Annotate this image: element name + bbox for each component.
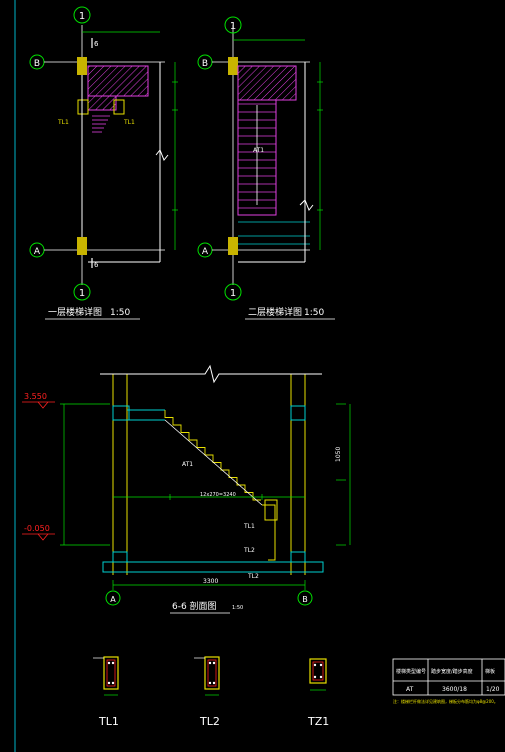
column-B (77, 57, 87, 75)
column2-B (228, 57, 238, 75)
stair-type-table: 楼梯类型编号 踏步宽度/踏步高度 梯板 AT 3600/18 1/20 注：楼梯… (392, 658, 505, 704)
column-A (77, 237, 87, 255)
table-cell-step: 3600/18 (442, 686, 467, 693)
section-break-line (100, 364, 322, 384)
label-at1-section: AT1 (182, 461, 193, 468)
axis-label-B: B (34, 59, 40, 69)
section-axis-A: A (105, 590, 121, 606)
section-mark-bottom: 6 (94, 261, 99, 269)
table-header-step: 踏步宽度/踏步高度 (431, 668, 473, 675)
label-at1-plan2: AT1 (253, 147, 264, 154)
landing-slab-hatch (87, 65, 149, 97)
lower-flight (262, 499, 278, 561)
detail-tl2-label: TL2 (199, 715, 220, 728)
axis-bubble-A: A (29, 242, 165, 258)
table-header-slab: 梯板 (485, 668, 495, 675)
label-tl1-right: TL1 (123, 119, 135, 126)
axis-label-A: A (34, 247, 41, 257)
table-header-type: 楼梯类型编号 (396, 668, 426, 675)
section-axis-B-text: B (302, 595, 308, 604)
axis-bubble-bottom: 1 (73, 283, 91, 301)
section-walls (112, 374, 306, 575)
lower-landing (238, 221, 310, 245)
elevation-bottom: -0.050 (22, 524, 55, 541)
label-tl2b-section: TL2 (247, 573, 259, 580)
axis2-label-bottom: 1 (230, 288, 236, 299)
stair-profile (164, 410, 261, 501)
label-tl2-section: TL2 (243, 547, 255, 554)
plan-2: 1 1 B A AT1 二层楼梯详图 1:50 (197, 16, 335, 320)
column2-A (228, 237, 238, 255)
beam-tl1-left (77, 99, 89, 115)
ground-slab (102, 551, 324, 573)
stair-treads (92, 115, 110, 133)
detail-tl1-label: TL1 (98, 715, 119, 728)
plan2-title: 二层楼梯详图 (248, 306, 302, 318)
axis-label-bottom: 1 (79, 288, 85, 299)
right-dim-text: 1050 (335, 447, 342, 462)
plan2-scale: 1:50 (304, 308, 324, 318)
section-title: 6-6 剖面图 (172, 600, 217, 612)
plan1-scale: 1:50 (110, 308, 130, 318)
section-left-dim (60, 403, 110, 546)
axis-label-top: 1 (79, 11, 85, 22)
detail-tz1: TZ1 (307, 658, 329, 728)
table-note: 注：楼梯栏杆做法详见建筑图，梯板分布筋均为φ8@200。 (393, 698, 498, 704)
plan1-dimensions (82, 31, 178, 250)
break-mark-2 (299, 199, 314, 211)
axis-bubble-A-2: A (197, 242, 310, 258)
label-tl1-section: TL1 (243, 523, 255, 530)
label-tl1-left: TL1 (57, 119, 69, 126)
detail-tl2: TL2 (194, 656, 220, 728)
detail-tz1-label: TZ1 (307, 715, 329, 728)
section-span-text: 3300 (203, 578, 218, 585)
plan1-title: 一层楼梯详图 (48, 306, 102, 318)
elevation-top-text: 3.550 (24, 392, 47, 401)
section-mark-top: 6 (94, 40, 99, 48)
elevation-top: 3.550 (22, 392, 55, 409)
stair-detail-drawing: 1 1 B A TL1 TL1 6 6 一层楼梯详图 1:50 1 1 B A … (14, 0, 505, 752)
axis2-label-A: A (202, 247, 209, 257)
plan-1: 1 1 B A TL1 TL1 6 6 一层楼梯详图 1:50 (29, 6, 178, 320)
table-cell-type: AT (406, 686, 414, 693)
elevation-bottom-text: -0.050 (24, 524, 50, 533)
axis-bubble-bottom-2: 1 (224, 283, 242, 301)
break-mark (155, 149, 169, 161)
axis2-label-B: B (202, 59, 208, 69)
section-axis-A-text: A (110, 595, 116, 604)
landing2-hatch (237, 65, 297, 101)
mid-dim-text: 12x270=3240 (200, 492, 236, 498)
section-6-6: 3.550 -0.050 1050 AT1 12x270=3240 TL1 TL… (22, 364, 351, 614)
section-scale: 1:50 (232, 605, 243, 611)
detail-tl1: TL1 (93, 656, 119, 728)
table-cell-slab: 1/20 (486, 686, 500, 693)
stair-start-hatch (87, 95, 117, 111)
section-axis-B: B (297, 590, 313, 606)
axis2-label-top: 1 (230, 21, 236, 32)
upper-landing (112, 405, 306, 421)
section-right-dim (336, 403, 351, 546)
